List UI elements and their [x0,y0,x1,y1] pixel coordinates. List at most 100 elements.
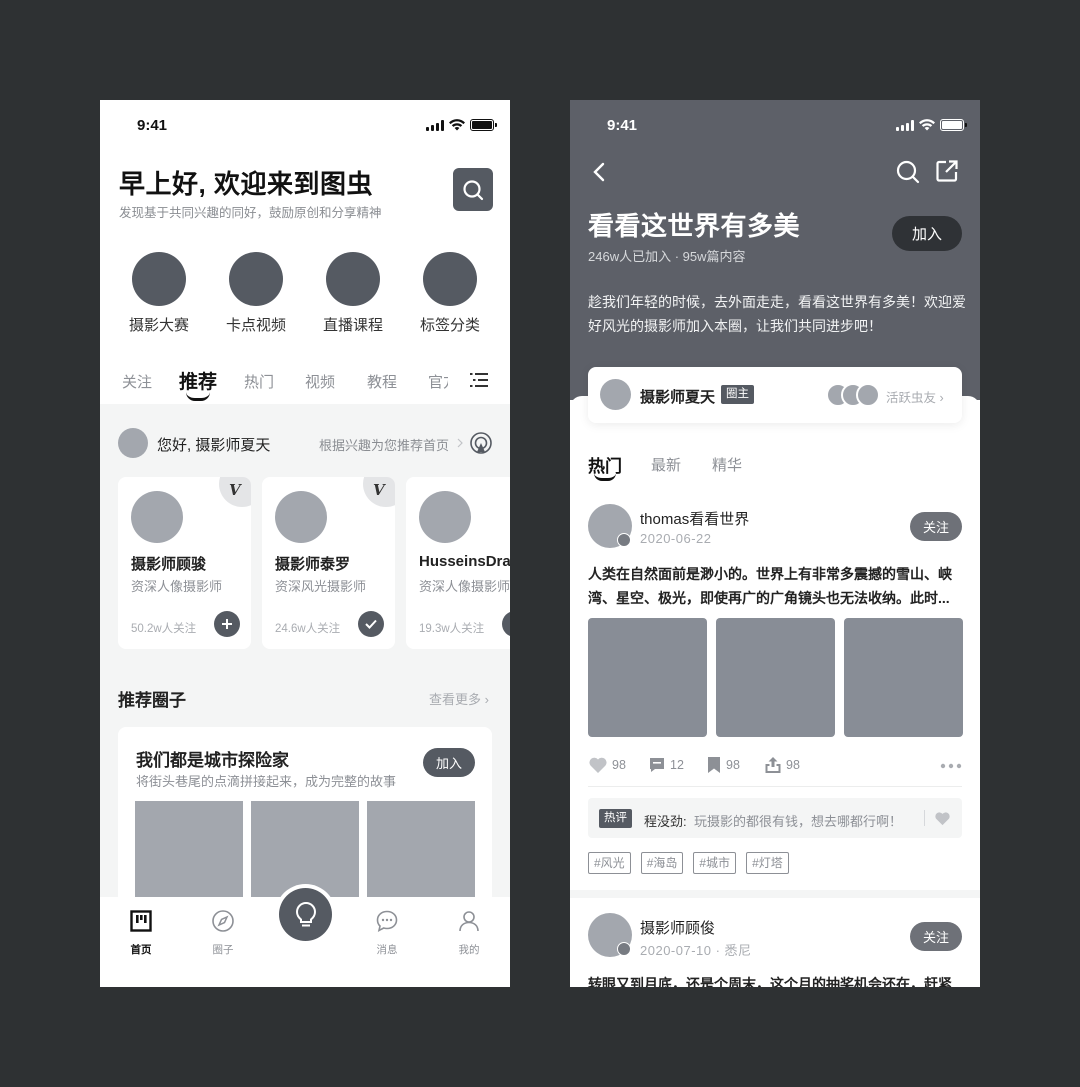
category-label: 直播课程 [322,317,383,334]
circle-image[interactable] [135,801,243,911]
photographer-name: 摄影师顾骏 [131,556,207,573]
post-author[interactable]: thomas看看世界 [640,508,749,529]
status-time: 9:41 [607,117,638,134]
post-date: 2020-07-10 · 悉尼 [640,943,752,958]
tab-tutorial[interactable]: 教程 [367,371,397,392]
photographer-name: HusseinsDrama [419,553,510,570]
upload-icon [765,757,781,773]
join-button[interactable]: 加入 [892,216,962,251]
like-button[interactable]: 98 [588,756,626,774]
category-icon [229,252,283,306]
post-author[interactable]: 摄影师顾俊 [640,917,715,938]
tag[interactable]: #海岛 [640,852,684,874]
circle-image[interactable] [367,801,475,911]
photographer-card[interactable]: HusseinsDrama 资深人像摄影师 19.3w人关注 [406,477,510,649]
tab-recommend[interactable]: 推荐 [179,367,217,394]
favorite-count: 98 [726,758,740,772]
owner-name: 摄影师夏天 [640,389,716,406]
active-members-link[interactable]: 活跃虫友 › [886,387,944,406]
photographer-desc: 资深风光摄影师 [275,579,367,594]
tabbar-label: 消息 [376,944,398,956]
tab-official[interactable]: 官方 [428,371,448,392]
active-members-avatars [826,383,881,407]
check-icon [365,619,377,629]
post-text: 人类在自然面前是渺小的。世界上有非常多震撼的雪山、峡湾、星空、极光，即使再广的广… [588,566,952,606]
list-menu-icon[interactable] [470,372,488,388]
avatar [419,491,471,543]
post-separator [570,890,980,898]
favorite-button[interactable]: 98 [706,756,740,774]
battery-icon [940,119,967,131]
join-button[interactable]: 加入 [423,748,475,777]
tab-latest[interactable]: 最新 [651,454,681,475]
share-icon[interactable] [935,159,959,183]
category-label: 标签分类 [419,317,480,334]
verified-icon: V [219,477,251,507]
home-icon [130,910,152,932]
follow-add-button[interactable] [502,611,510,637]
category-icon [132,252,186,306]
avatar [275,491,327,543]
follower-count: 50.2w人关注 [131,623,197,635]
chat-icon [376,910,398,933]
circle-description: 趁我们年轻的时候，去外面走走，看看这世界有多美！欢迎爱好风光的摄影师加入本圈，让… [588,294,966,334]
tabbar-messages[interactable]: 消息 [357,909,417,957]
share-button[interactable]: 98 [764,756,800,774]
create-button[interactable] [279,888,332,941]
search-icon[interactable] [896,160,920,184]
tag[interactable]: #风光 [588,852,631,874]
follow-button[interactable]: 关注 [910,512,962,541]
signal-icon [426,119,444,131]
hot-comment[interactable]: 热评 程没劲: 玩摄影的都很有钱，想去哪都行啊！ [588,798,962,838]
post-actions: 98 12 98 98 [588,756,962,776]
tab-hot[interactable]: 热门 [244,371,274,392]
post-image[interactable] [588,618,707,737]
follower-count: 19.3w人关注 [419,623,485,635]
category-tags[interactable]: 标签分类 [400,252,500,335]
post-image[interactable] [844,618,963,737]
recommend-hint: 根据兴趣为您推荐首页 [319,438,450,453]
comment-button[interactable]: 12 [648,756,684,774]
photographer-card[interactable]: V 摄影师泰罗 资深风光摄影师 24.6w人关注 [262,477,395,649]
verified-icon [617,533,631,547]
follow-add-button[interactable] [214,611,240,637]
tab-follow[interactable]: 关注 [122,371,152,392]
circle-detail-screen: 9:41 看看这世界有多美 246w人已加入 · 95w篇内容 加入 趁我们年轻… [570,100,980,987]
tag[interactable]: #灯塔 [746,852,789,874]
post-date: 2020-06-22 [640,531,712,546]
hot-comment-badge: 热评 [599,809,632,828]
tab-video[interactable]: 视频 [305,371,335,392]
photographer-desc: 资深人像摄影师 [131,579,223,594]
heart-icon[interactable] [934,811,951,826]
follow-button[interactable]: 关注 [910,922,962,951]
owner-badge: 圈主 [721,385,754,404]
tabbar-circle[interactable]: 圈子 [193,909,253,957]
tag[interactable]: #城市 [693,852,737,874]
post-image[interactable] [716,618,835,737]
tabbar-label: 首页 [130,944,152,956]
feed-tabs: 关注 推荐 热门 视频 教程 官方 [100,362,510,402]
heart-icon [589,757,607,773]
category-beat-video[interactable]: 卡点视频 [206,252,306,335]
divider [588,786,962,787]
category-label: 摄影大赛 [128,317,189,334]
category-live-course[interactable]: 直播课程 [303,252,403,335]
owner-card[interactable]: 摄影师夏天 圈主 活跃虫友 › [588,367,962,423]
followed-button[interactable] [358,611,384,637]
category-icon [423,252,477,306]
photographer-card[interactable]: V 摄影师顾骏 资深人像摄影师 50.2w人关注 [118,477,251,649]
hot-comment-user: 程没劲: [644,814,687,829]
tabbar-home[interactable]: 首页 [111,909,171,957]
category-contest[interactable]: 摄影大赛 [109,252,209,335]
circle-title: 我们都是城市探险家 [136,751,289,770]
verified-icon [617,942,631,956]
greeting-row[interactable]: 您好, 摄影师夏天 根据兴趣为您推荐首页 [118,428,510,458]
more-icon[interactable] [940,763,962,769]
see-more-link[interactable]: 查看更多 › [429,689,489,708]
back-icon[interactable] [592,160,606,184]
tabbar-me[interactable]: 我的 [439,909,499,957]
home-screen: 9:41 早上好, 欢迎来到图虫 发现基于共同兴趣的同好，鼓励原创和分享精神 摄… [100,100,510,987]
radar-icon[interactable] [470,432,492,454]
tab-featured[interactable]: 精华 [712,454,742,475]
search-button[interactable] [453,168,493,211]
